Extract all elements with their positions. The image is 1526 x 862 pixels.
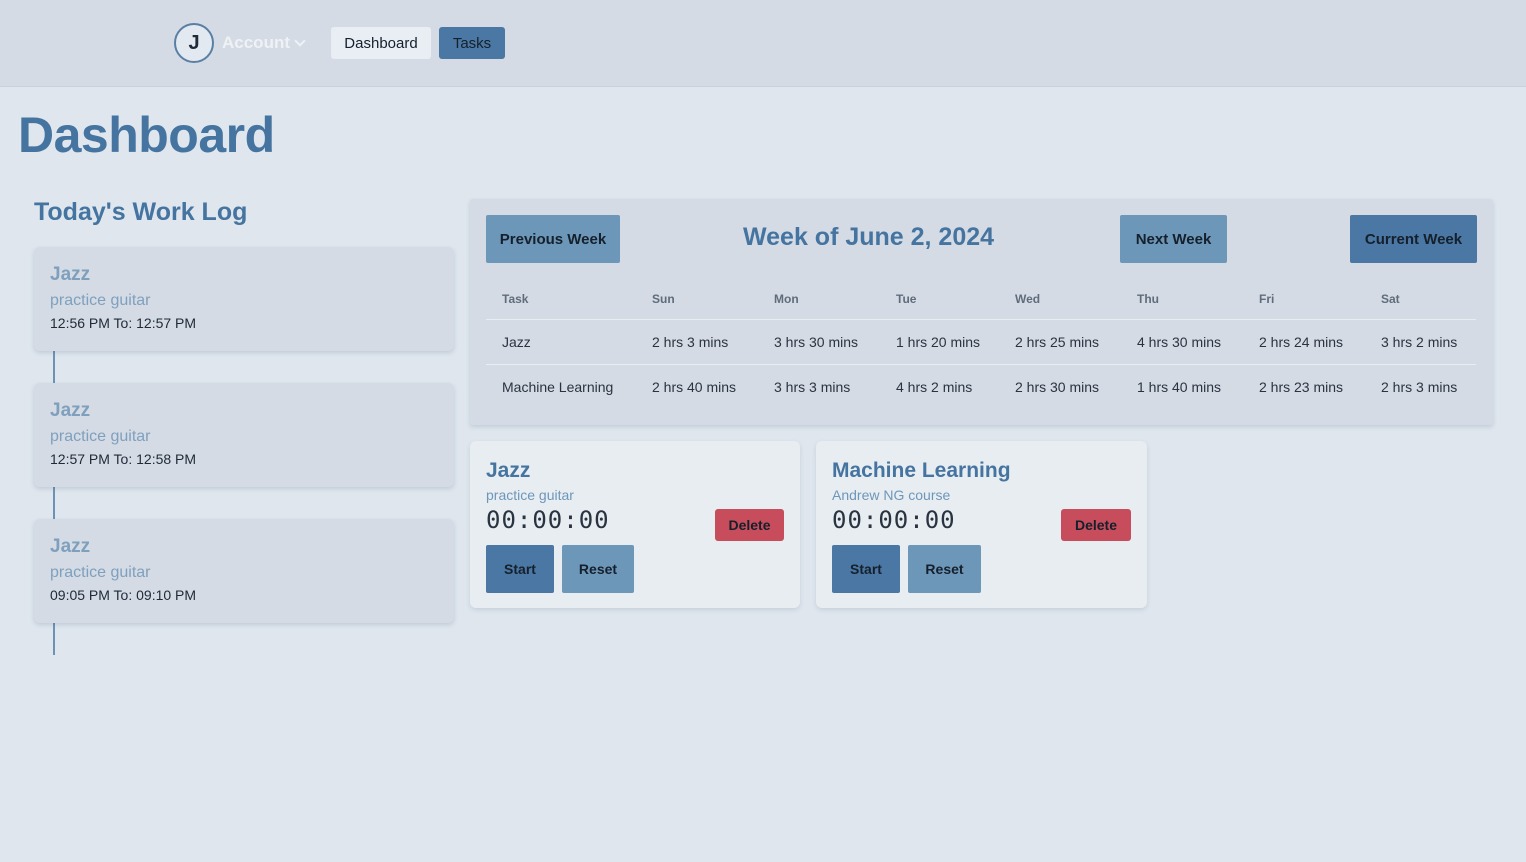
worklog-entry-time: 09:05 PM To: 09:10 PM [50,587,197,603]
worklog-entry-task: Jazz [50,400,91,421]
column-header-task: Task [486,279,636,320]
worklog-entry-time: 12:56 PM To: 12:57 PM [50,315,197,331]
table-cell: 3 hrs 3 mins [774,378,851,395]
column-header-tue: Tue [880,279,999,320]
task-name: Machine Learning [832,459,1011,482]
table-row: Jazz 2 hrs 3 mins 3 hrs 30 mins 1 hrs 20… [486,319,1476,365]
nav-tasks-button[interactable]: Tasks [439,27,505,59]
table-cell: 1 hrs 40 mins [1137,378,1222,395]
reset-timer-button[interactable]: Reset [562,545,634,593]
task-description: practice guitar [486,487,574,503]
task-card-machine-learning: Machine Learning Andrew NG course 00:00:… [816,441,1147,608]
task-name: Jazz [486,459,531,482]
nav-dashboard-button[interactable]: Dashboard [331,27,431,59]
delete-task-button[interactable]: Delete [1061,509,1131,541]
worklog-entry: Jazz practice guitar 12:56 PM To: 12:57 … [34,247,454,351]
worklog-entry-desc: practice guitar [50,428,151,445]
worklog-title: Today's Work Log [34,198,248,226]
column-header-thu: Thu [1121,279,1243,320]
column-header-wed: Wed [999,279,1121,320]
table-cell: 2 hrs 23 mins [1259,378,1344,395]
table-row: Machine Learning 2 hrs 40 mins 3 hrs 3 m… [486,364,1476,409]
table-cell: 2 hrs 3 mins [1381,378,1458,395]
current-week-button[interactable]: Current Week [1350,215,1477,263]
table-cell: 1 hrs 20 mins [880,319,999,365]
weekly-summary-panel: Previous Week Week of June 2, 2024 Next … [470,199,1493,425]
reset-timer-button[interactable]: Reset [908,545,981,593]
worklog-entry-desc: practice guitar [50,292,151,309]
user-avatar[interactable]: J [174,23,214,63]
table-cell: 3 hrs 2 mins [1365,319,1476,365]
table-cell: 2 hrs 3 mins [636,319,758,365]
column-header-sun: Sun [636,279,758,320]
next-week-button[interactable]: Next Week [1120,215,1227,263]
table-cell: 3 hrs 30 mins [758,319,880,365]
account-label: Account [222,33,290,52]
column-header-mon: Mon [758,279,880,320]
column-header-fri: Fri [1243,279,1365,320]
table-cell: 2 hrs 25 mins [999,319,1121,365]
account-menu[interactable]: Account [222,31,306,55]
worklog-entry-task: Jazz [50,264,91,285]
worklog-entry-time: 12:57 PM To: 12:58 PM [50,451,197,467]
start-timer-button[interactable]: Start [832,545,900,593]
chevron-down-icon [294,34,306,47]
table-cell: 4 hrs 2 mins [896,378,973,395]
worklog-entry-task: Jazz [50,536,91,557]
task-description: Andrew NG course [832,487,951,503]
page-title: Dashboard [18,107,275,163]
table-cell: 2 hrs 40 mins [652,378,737,395]
worklog-entry: Jazz practice guitar 09:05 PM To: 09:10 … [34,519,454,623]
task-timer: 00:00:00 [486,506,610,534]
table-cell: Jazz [486,319,636,365]
table-cell: 2 hrs 24 mins [1243,319,1365,365]
column-header-sat: Sat [1365,279,1476,320]
top-navbar: J Account Dashboard Tasks [0,0,1526,87]
table-cell: 2 hrs 30 mins [1015,378,1100,395]
task-timer: 00:00:00 [832,506,956,534]
table-cell: Machine Learning [502,378,614,395]
table-header-row: Task Sun Mon Tue Wed Thu Fri Sat [486,279,1476,320]
worklog-entry-desc: practice guitar [50,564,151,581]
week-title: Week of June 2, 2024 [743,223,995,251]
task-card-jazz: Jazz practice guitar 00:00:00 Delete Sta… [470,441,800,608]
previous-week-button[interactable]: Previous Week [486,215,620,263]
worklog-entry: Jazz practice guitar 12:57 PM To: 12:58 … [34,383,454,487]
delete-task-button[interactable]: Delete [715,509,784,541]
table-cell: 4 hrs 30 mins [1121,319,1243,365]
weekly-summary-table: Task Sun Mon Tue Wed Thu Fri Sat Jazz 2 … [486,279,1476,409]
start-timer-button[interactable]: Start [486,545,554,593]
